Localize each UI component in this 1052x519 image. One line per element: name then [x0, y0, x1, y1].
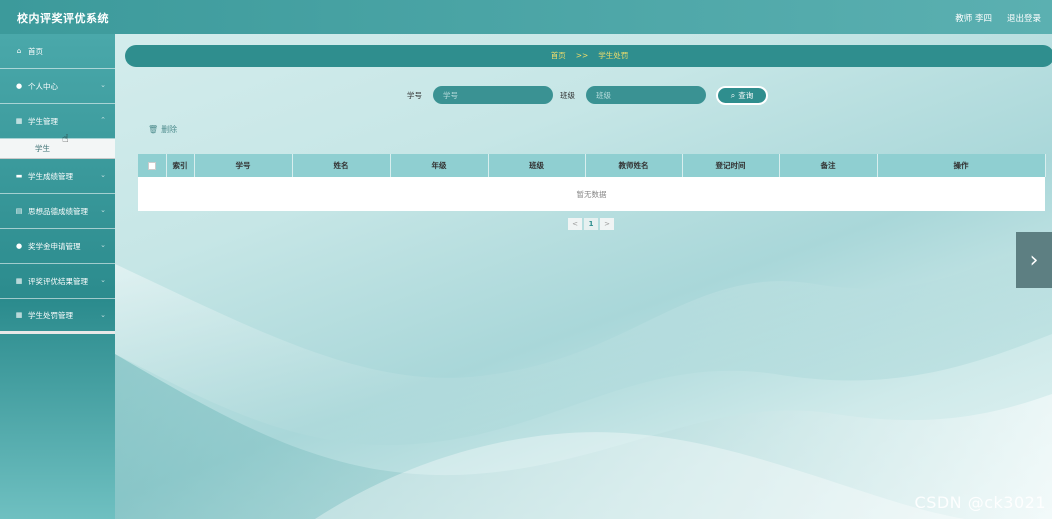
sidebar-item-label: 思想品德成绩管理 — [28, 206, 88, 216]
breadcrumb-separator: >> — [575, 51, 589, 60]
student-id-input[interactable] — [433, 86, 553, 104]
search-icon: ⌕ — [730, 90, 736, 100]
page-number[interactable]: 1 — [584, 218, 598, 230]
grid-icon: ▦ — [15, 117, 23, 125]
sidebar-subitem-student[interactable]: 学生 — [0, 139, 115, 159]
sidebar-item-label: 奖学金申请管理 — [28, 241, 81, 251]
trash-icon: 🗑 — [148, 125, 159, 134]
clipboard-icon: ▤ — [15, 207, 23, 215]
user-icon: ● — [15, 242, 23, 250]
top-bar: 校内评奖评优系统 教师 李四 退出登录 — [0, 0, 1052, 34]
background-silk-art — [115, 234, 1052, 519]
breadcrumb-current: 学生处罚 — [598, 51, 629, 60]
column-header: 姓名 — [292, 154, 391, 177]
column-header: 备注 — [779, 154, 878, 177]
sidebar-item-student-grades[interactable]: ▬ 学生成绩管理 ⌄ — [0, 159, 115, 194]
sidebar-item-student-punishment[interactable]: ▦ 学生处罚管理 ⌄ — [0, 299, 115, 334]
chevron-down-icon: ⌄ — [100, 171, 106, 179]
column-header: 登记时间 — [682, 154, 780, 177]
empty-row: 暂无数据 — [138, 177, 1045, 211]
query-button[interactable]: ⌕ 查询 — [716, 86, 768, 105]
chevron-down-icon: ⌄ — [100, 276, 106, 284]
chevron-down-icon: ⌄ — [100, 311, 106, 319]
grid-icon: ▦ — [15, 277, 23, 285]
table-header-row: 索引 学号 姓名 年级 班级 教师姓名 登记时间 备注 操作 — [138, 154, 1046, 177]
sidebar-item-home[interactable]: ⌂ 首页 — [0, 34, 115, 69]
sidebar-item-label: 学生管理 — [28, 116, 58, 126]
query-button-label: 查询 — [738, 91, 754, 100]
delete-button[interactable]: 🗑 删除 — [148, 124, 177, 135]
column-header: 操作 — [877, 154, 1046, 177]
class-search: 班级 — [560, 86, 710, 104]
chevron-down-icon: ⌄ — [100, 81, 106, 89]
student-id-label: 学号 — [407, 91, 422, 100]
chevron-down-icon: ⌄ — [100, 206, 106, 214]
chat-icon: ▬ — [15, 172, 23, 180]
chevron-down-icon: ⌄ — [100, 241, 106, 249]
sidebar-item-label: 学生成绩管理 — [28, 171, 73, 181]
watermark: CSDN @ck3021 — [914, 493, 1046, 512]
column-header: 年级 — [390, 154, 489, 177]
pagination: < 1 > — [568, 218, 614, 230]
select-all-checkbox[interactable] — [147, 162, 156, 170]
sidebar: ⌂ 首页 ● 个人中心 ⌄ ▦ 学生管理 ⌃ 学生 ▬ 学生成绩管理 ⌄ ▤ 思… — [0, 34, 115, 519]
app-title: 校内评奖评优系统 — [17, 12, 109, 25]
delete-button-label: 删除 — [161, 125, 178, 134]
sidebar-item-label: 评奖评优结果管理 — [28, 276, 88, 286]
column-header: 班级 — [488, 154, 586, 177]
data-table: 索引 学号 姓名 年级 班级 教师姓名 登记时间 备注 操作 暂无数据 — [138, 154, 1046, 211]
sidebar-item-personal-center[interactable]: ● 个人中心 ⌄ — [0, 69, 115, 104]
hand-cursor-icon: ☝ — [62, 132, 69, 145]
student-id-search: 学号 — [407, 86, 557, 104]
breadcrumb-home[interactable]: 首页 — [551, 51, 566, 60]
sidebar-item-award-results[interactable]: ▦ 评奖评优结果管理 ⌄ — [0, 264, 115, 299]
next-page-button[interactable]: > — [600, 218, 614, 230]
breadcrumb: 首页 >> 学生处罚 — [125, 45, 1052, 67]
empty-text: 暂无数据 — [138, 177, 1045, 211]
column-header: 学号 — [194, 154, 293, 177]
home-icon: ⌂ — [16, 47, 22, 55]
chevron-up-icon: ⌃ — [100, 116, 106, 124]
sidebar-item-scholarship[interactable]: ● 奖学金申请管理 ⌄ — [0, 229, 115, 264]
prev-page-button[interactable]: < — [568, 218, 582, 230]
sidebar-item-label: 学生处罚管理 — [28, 310, 73, 320]
column-header: 教师姓名 — [585, 154, 683, 177]
carousel-next-button[interactable]: › — [1016, 232, 1052, 288]
class-label: 班级 — [560, 91, 575, 100]
logout-link[interactable]: 退出登录 — [1007, 12, 1041, 24]
sidebar-item-student-management[interactable]: ▦ 学生管理 ⌃ — [0, 104, 115, 139]
sidebar-item-label: 首页 — [28, 46, 43, 56]
column-header: 索引 — [166, 154, 195, 177]
chevron-right-icon: › — [1029, 247, 1039, 273]
sidebar-item-label: 个人中心 — [28, 81, 58, 91]
grid-icon: ▦ — [15, 311, 23, 319]
user-info: 教师 李四 — [955, 14, 992, 24]
sidebar-item-moral-grades[interactable]: ▤ 思想品德成绩管理 ⌄ — [0, 194, 115, 229]
user-icon: ● — [15, 82, 23, 90]
class-input[interactable] — [586, 86, 706, 104]
select-all-cell — [138, 154, 167, 177]
